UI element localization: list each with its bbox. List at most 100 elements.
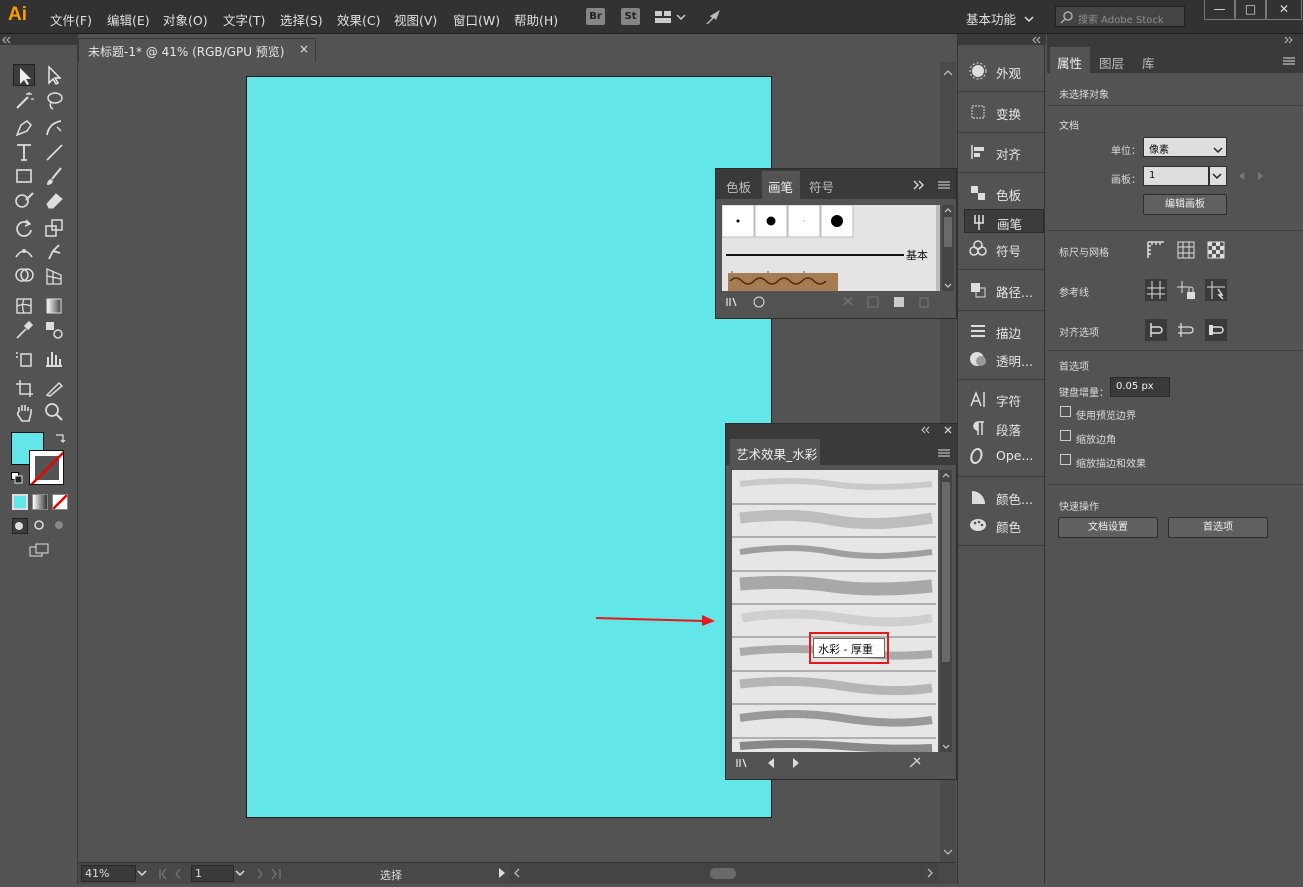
snap-to-pixel-icon[interactable]	[1205, 319, 1227, 341]
menu-file[interactable]: 文件(F)	[50, 10, 92, 29]
direct-selection-tool-icon[interactable]	[43, 64, 65, 86]
grid-icon[interactable]	[1175, 239, 1197, 261]
panel-menu-icon[interactable]	[933, 179, 950, 190]
width-tool-icon[interactable]	[13, 241, 35, 263]
close-button[interactable]: ✕	[1266, 0, 1302, 20]
zoom-field[interactable]: 41%	[81, 865, 136, 882]
scale-corners-checkbox[interactable]	[1060, 430, 1071, 441]
mesh-tool-icon[interactable]	[13, 295, 35, 317]
artboard-field[interactable]: 1	[1143, 166, 1209, 186]
watercolor-list-scrollbar[interactable]	[940, 470, 952, 752]
menu-view[interactable]: 视图(V)	[394, 10, 437, 29]
ruler-icon[interactable]	[1145, 239, 1167, 261]
menu-object[interactable]: 对象(O)	[163, 10, 208, 29]
stroke-color-swatch[interactable]	[29, 450, 64, 485]
shape-builder-tool-icon[interactable]	[13, 265, 35, 287]
gradient-mode-button[interactable]	[32, 494, 48, 510]
keyboard-increment-input[interactable]: 0.05 px	[1110, 377, 1170, 397]
maximize-button[interactable]: □	[1235, 0, 1266, 20]
smart-guides-icon[interactable]	[1205, 279, 1227, 301]
arrange-documents-icon[interactable]	[654, 9, 686, 25]
none-mode-button[interactable]	[52, 494, 68, 510]
menu-window[interactable]: 窗口(W)	[453, 10, 500, 29]
dock-appearance[interactable]: 外观	[964, 59, 1044, 83]
type-tool-icon[interactable]	[13, 141, 35, 163]
workspace-switcher[interactable]: 基本功能	[966, 9, 1016, 28]
draw-behind-icon[interactable]	[32, 518, 48, 534]
horizontal-scrollbar[interactable]	[510, 863, 938, 884]
dock-transparency[interactable]: 透明...	[964, 347, 1044, 371]
color-mode-button[interactable]	[12, 494, 28, 510]
dock-color[interactable]: 颜色	[964, 513, 1044, 537]
dock-swatches[interactable]: 色板	[964, 181, 1044, 205]
swap-fill-stroke-icon[interactable]	[54, 432, 67, 445]
puppet-warp-tool-icon[interactable]	[43, 241, 65, 263]
artboard-tool-icon[interactable]	[13, 377, 35, 399]
edit-artboards-button[interactable]: 编辑画板	[1143, 194, 1227, 215]
pen-tool-icon[interactable]	[13, 117, 35, 139]
symbol-sprayer-tool-icon[interactable]	[13, 347, 35, 369]
tab-symbols[interactable]: 符号	[809, 177, 834, 196]
column-graph-tool-icon[interactable]	[43, 347, 65, 369]
artboard-number-field[interactable]: 1	[191, 865, 234, 882]
menu-select[interactable]: 选择(S)	[280, 10, 323, 29]
stock-search-input[interactable]: 搜索 Adobe Stock	[1055, 6, 1185, 27]
brush-list[interactable]: 基本	[721, 204, 940, 291]
expand-panel-icon[interactable]	[913, 179, 925, 190]
line-segment-tool-icon[interactable]	[43, 141, 65, 163]
brush-list-scrollbar[interactable]	[942, 205, 954, 291]
dock-stroke[interactable]: 描边	[964, 319, 1044, 343]
artboard-nav-icons[interactable]	[1237, 170, 1267, 182]
perspective-grid-tool-icon[interactable]	[43, 265, 65, 287]
dock-opentype[interactable]: Ope...	[964, 444, 1044, 468]
next-artboard-icon[interactable]	[256, 868, 288, 880]
menu-effect[interactable]: 效果(C)	[337, 10, 380, 29]
rotate-tool-icon[interactable]	[13, 217, 35, 239]
stock-button[interactable]: St	[621, 8, 640, 25]
watercolor-brush-list[interactable]	[732, 470, 938, 752]
watercolor-tab[interactable]: 艺术效果_水彩	[730, 439, 820, 465]
dock-pathfinder[interactable]: 路径...	[964, 278, 1044, 302]
dock-paragraph[interactable]: 段落	[964, 416, 1044, 440]
curvature-tool-icon[interactable]	[43, 117, 65, 139]
zoom-tool-icon[interactable]	[43, 401, 65, 423]
screen-mode-icon[interactable]	[28, 542, 50, 558]
first-artboard-icon[interactable]	[158, 868, 188, 880]
chevron-down-icon[interactable]	[1024, 12, 1034, 23]
scale-strokes-checkbox[interactable]	[1060, 454, 1071, 465]
default-colors-icon[interactable]	[11, 472, 23, 484]
rectangle-tool-icon[interactable]	[13, 165, 35, 187]
eraser-tool-icon[interactable]	[43, 189, 65, 211]
snap-to-grid-icon[interactable]	[1175, 319, 1197, 341]
show-guides-icon[interactable]	[1145, 279, 1167, 301]
dock-color-guide[interactable]: 颜色...	[964, 485, 1044, 509]
bridge-button[interactable]: Br	[586, 8, 605, 25]
preview-bounds-checkbox[interactable]	[1060, 406, 1071, 417]
tab-swatches[interactable]: 色板	[726, 177, 751, 196]
gpu-performance-icon[interactable]	[704, 8, 724, 26]
draw-normal-icon[interactable]	[12, 518, 28, 534]
tab-brushes[interactable]: 画笔	[768, 177, 793, 196]
selection-tool-icon[interactable]	[13, 64, 35, 86]
gradient-tool-icon[interactable]	[43, 295, 65, 317]
watercolor-panel-menu-icon[interactable]	[938, 447, 950, 457]
scale-tool-icon[interactable]	[43, 217, 65, 239]
artboard-dropdown-icon[interactable]	[234, 867, 246, 879]
lasso-tool-icon[interactable]	[43, 89, 65, 111]
dock-character[interactable]: 字符	[964, 387, 1044, 411]
eyedropper-tool-icon[interactable]	[13, 319, 35, 341]
slice-tool-icon[interactable]	[43, 377, 65, 399]
zoom-dropdown-icon[interactable]	[136, 867, 148, 879]
snap-to-point-icon[interactable]	[1145, 319, 1167, 341]
dock-align[interactable]: 对齐	[964, 140, 1044, 164]
magic-wand-tool-icon[interactable]	[13, 89, 35, 111]
draw-inside-icon[interactable]	[52, 518, 68, 534]
artboard[interactable]	[246, 76, 772, 818]
dock-symbols[interactable]: 符号	[964, 237, 1044, 261]
transparency-grid-icon[interactable]	[1205, 239, 1227, 261]
hand-tool-icon[interactable]	[13, 401, 35, 423]
tab-layers[interactable]: 图层	[1099, 53, 1124, 72]
shaper-tool-icon[interactable]	[13, 189, 35, 211]
menu-edit[interactable]: 编辑(E)	[107, 10, 150, 29]
menu-type[interactable]: 文字(T)	[223, 10, 265, 29]
